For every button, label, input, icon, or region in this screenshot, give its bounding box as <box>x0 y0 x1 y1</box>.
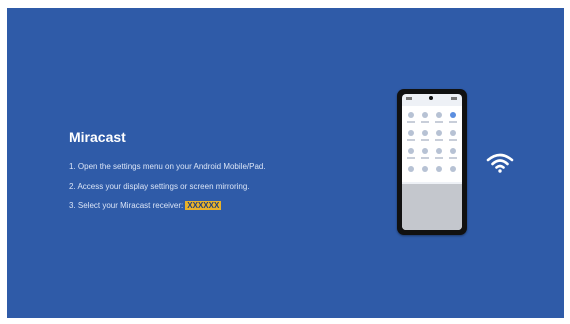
page-title: Miracast <box>69 129 126 145</box>
quick-tile-label <box>435 139 443 141</box>
quick-tile <box>450 130 456 136</box>
quick-tile-label <box>449 121 457 123</box>
quick-tile <box>450 166 456 172</box>
quick-tile-label <box>435 157 443 159</box>
quick-tile-label <box>449 139 457 141</box>
quick-tile <box>408 130 414 136</box>
dimmed-background <box>402 184 462 230</box>
phone-time <box>406 97 412 100</box>
quick-tile-label <box>407 139 415 141</box>
quick-tile <box>436 166 442 172</box>
phone-camera <box>429 96 433 100</box>
quick-tile-label <box>449 157 457 159</box>
step-1: 1. Open the settings menu on your Androi… <box>69 162 266 171</box>
quick-tile <box>408 112 414 118</box>
phone-illustration <box>397 89 467 235</box>
quick-tile-label <box>407 157 415 159</box>
miracast-screen: Miracast 1. Open the settings menu on yo… <box>7 8 564 318</box>
quick-tile <box>436 112 442 118</box>
quick-tile <box>408 148 414 154</box>
quick-tile <box>422 166 428 172</box>
quick-tile-label <box>407 121 415 123</box>
step-2: 2. Access your display settings or scree… <box>69 182 250 191</box>
phone-battery-icon <box>451 97 457 100</box>
step-3-text: 3. Select your Miracast receiver: <box>69 201 184 210</box>
quick-tile-label <box>421 139 429 141</box>
quick-tile <box>422 112 428 118</box>
step-3: 3. Select your Miracast receiver: XXXXXX <box>69 201 222 210</box>
phone-status-bar <box>402 94 462 104</box>
quick-tile-label <box>421 157 429 159</box>
quick-tile-label <box>421 121 429 123</box>
quick-tile <box>450 148 456 154</box>
quick-tile <box>422 148 428 154</box>
quick-tile <box>436 148 442 154</box>
wifi-icon <box>486 153 514 173</box>
quick-tile <box>408 166 414 172</box>
quick-tile <box>450 112 456 118</box>
receiver-name-badge: XXXXXX <box>185 201 222 210</box>
quick-settings-panel <box>402 106 462 189</box>
quick-tile <box>436 130 442 136</box>
quick-tile-label <box>435 121 443 123</box>
phone-screen <box>402 94 462 230</box>
quick-tile <box>422 130 428 136</box>
